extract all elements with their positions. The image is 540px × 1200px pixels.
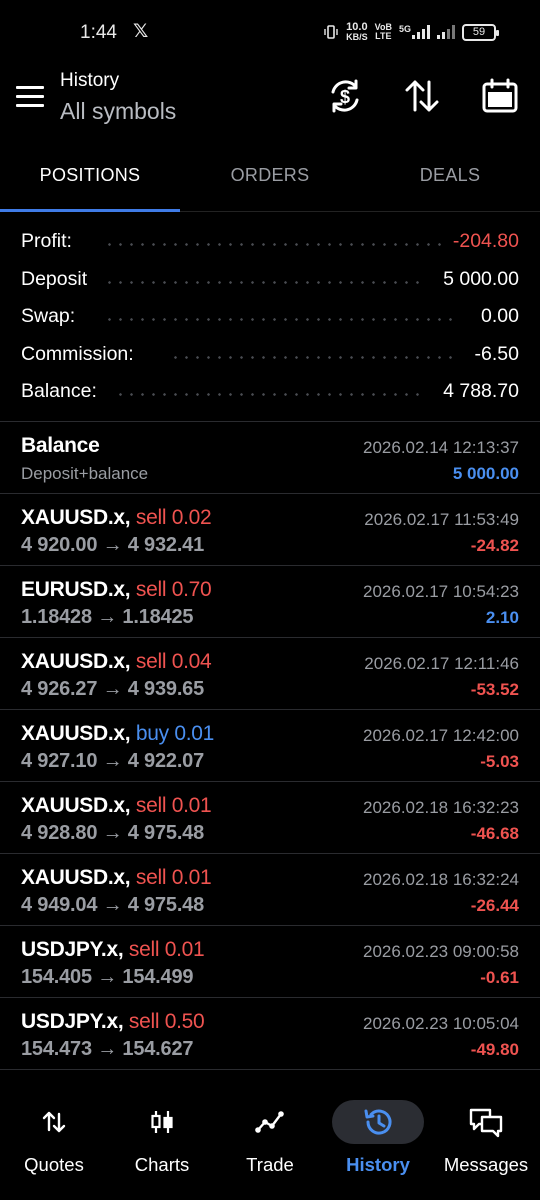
- summary-row-profit: Profit: -204.80: [21, 230, 519, 252]
- app-bar: History All symbols $: [0, 66, 540, 146]
- candlestick-icon: [151, 1111, 173, 1133]
- history-clock-icon: [364, 1109, 392, 1135]
- menu-icon[interactable]: [16, 86, 44, 108]
- deal-list: Balance Deposit+balance 2026.02.14 12:13…: [0, 422, 540, 1070]
- summary-row-commission: Commission: -6.50: [21, 342, 519, 365]
- volte-indicator: VoB LTE: [374, 22, 392, 41]
- summary-row-swap: Swap: 0.00: [21, 305, 519, 327]
- nav-quotes[interactable]: Quotes: [0, 1086, 108, 1200]
- swap-value: 0.00: [481, 305, 519, 327]
- quotes-arrows-icon: [42, 1111, 66, 1133]
- position-row[interactable]: EURUSD.x, sell 0.70 1.18428 → 1.18425 20…: [0, 566, 540, 638]
- nav-charts[interactable]: Charts: [108, 1086, 216, 1200]
- active-tab-indicator: [0, 209, 180, 212]
- deposit-value: 5 000.00: [443, 267, 519, 290]
- tab-deals[interactable]: DEALS: [360, 146, 540, 211]
- vibrate-icon: [324, 25, 338, 39]
- nav-history[interactable]: History: [324, 1086, 432, 1200]
- svg-text:$: $: [340, 87, 350, 107]
- x-app-icon: 𝕏: [133, 21, 149, 42]
- signal-strength-icon-2: [437, 25, 455, 39]
- tab-orders[interactable]: ORDERS: [180, 146, 360, 211]
- net-speed: 10.0 KB/S: [346, 21, 368, 42]
- summary-block: Profit: -204.80 Deposit 5 000.00 Swap: 0…: [0, 222, 540, 410]
- position-row[interactable]: XAUUSD.x, sell 0.01 4 949.04 → 4 975.48 …: [0, 854, 540, 926]
- signal-5g: 5G: [399, 25, 430, 39]
- status-bar: 1:44 𝕏 10.0 KB/S VoB LTE 5G 59: [0, 0, 540, 66]
- nav-trade[interactable]: Trade: [216, 1086, 324, 1200]
- symbol-filter[interactable]: All symbols: [60, 98, 176, 125]
- position-row[interactable]: XAUUSD.x, sell 0.04 4 926.27 → 4 939.65 …: [0, 638, 540, 710]
- commission-value: -6.50: [474, 342, 519, 365]
- balance-value: 4 788.70: [443, 380, 519, 402]
- signal-strength-icon: [412, 25, 430, 39]
- status-icons: 10.0 KB/S VoB LTE 5G 59: [323, 21, 499, 42]
- position-row[interactable]: XAUUSD.x, sell 0.01 4 928.80 → 4 975.48 …: [0, 782, 540, 854]
- battery-icon: 59: [462, 23, 499, 41]
- summary-row-deposit: Deposit 5 000.00: [21, 267, 519, 290]
- trade-line-icon: [255, 1111, 284, 1133]
- calendar-icon[interactable]: [480, 76, 520, 116]
- page-title: History: [60, 70, 120, 91]
- balance-entry[interactable]: Balance Deposit+balance 2026.02.14 12:13…: [0, 422, 540, 494]
- bottom-navigation: Quotes Charts Trade History Messages: [0, 1086, 540, 1200]
- nav-messages[interactable]: Messages: [432, 1086, 540, 1200]
- messages-icon: [469, 1108, 503, 1138]
- currency-exchange-icon[interactable]: $: [325, 76, 365, 116]
- position-row[interactable]: XAUUSD.x, sell 0.02 4 920.00 → 4 932.41 …: [0, 494, 540, 566]
- position-row[interactable]: USDJPY.x, sell 0.50 154.473 → 154.627 20…: [0, 998, 540, 1070]
- summary-row-balance: Balance: 4 788.70: [21, 380, 519, 402]
- history-tabs: POSITIONS ORDERS DEALS: [0, 146, 540, 212]
- profit-value: -204.80: [452, 230, 519, 252]
- position-row[interactable]: XAUUSD.x, buy 0.01 4 927.10 → 4 922.07 2…: [0, 710, 540, 782]
- tab-positions[interactable]: POSITIONS: [0, 146, 180, 211]
- position-row[interactable]: USDJPY.x, sell 0.01 154.405 → 154.499 20…: [0, 926, 540, 998]
- status-time: 1:44: [80, 22, 117, 43]
- sort-icon[interactable]: [402, 76, 442, 116]
